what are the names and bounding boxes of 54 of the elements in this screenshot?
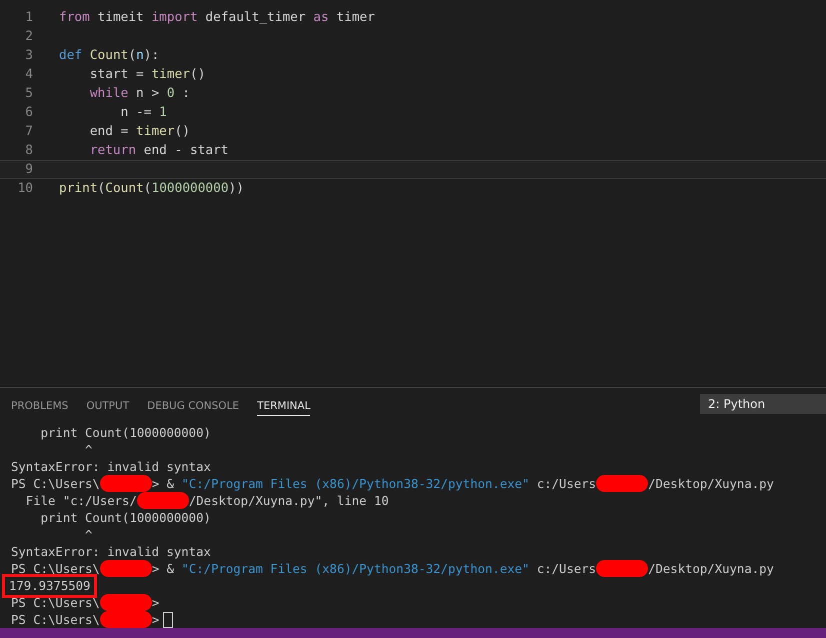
line-number: 3: [24, 48, 33, 63]
line-number: 4: [24, 67, 33, 82]
line-number: 8: [24, 143, 33, 158]
line-number: 7: [24, 124, 33, 139]
terminal-select[interactable]: 2: Python: [700, 394, 826, 414]
code-line: print(Count(1000000000)): [59, 181, 244, 196]
redaction-scribble: [596, 560, 648, 577]
code-line: while n > 0 :: [88, 86, 190, 101]
line-number: 10: [16, 181, 33, 196]
terminal-cursor: [163, 612, 174, 628]
code-line: return end - start: [88, 143, 228, 158]
terminal-text: c:/Users: [536, 476, 596, 490]
terminal-text: > &: [152, 476, 176, 490]
terminal-text: >: [152, 596, 160, 610]
line-number: 9: [24, 162, 33, 177]
terminal-text: /Desktop/Xuyna.py: [648, 562, 774, 576]
code-line: from timeit import default_timer as timer: [59, 10, 375, 25]
terminal-text: File "c:/Users/: [24, 494, 137, 508]
panel-tab[interactable]: OUTPUT: [86, 396, 130, 416]
line-number: 1: [24, 10, 33, 25]
redaction-scribble: [100, 611, 152, 628]
terminal-text: /Desktop/Xuyna.py", line 10: [188, 494, 389, 508]
terminal-text: /Desktop/Xuyna.py: [648, 476, 774, 490]
terminal-text: PS C:\Users\: [11, 476, 100, 490]
redaction-scribble: [136, 492, 189, 509]
redaction-scribble: [100, 594, 152, 611]
terminal-string: "C:/Program Files (x86)/Python38-32/python.exe": [181, 476, 530, 490]
terminal-text: PS C:\Users\: [11, 596, 100, 610]
terminal-text: print Count(1000000000): [40, 510, 211, 524]
panel-tab[interactable]: TERMINAL: [257, 396, 310, 416]
terminal-text: PS C:\Users\: [11, 562, 100, 576]
line-number: 2: [24, 29, 33, 44]
terminal-text: >: [152, 612, 160, 626]
line-number: 5: [24, 86, 33, 101]
terminal-text: print Count(1000000000): [40, 426, 211, 440]
terminal-text: PS C:\Users\: [11, 612, 100, 626]
terminal-text: ^: [84, 442, 92, 456]
redaction-scribble: [100, 475, 152, 492]
terminal-string: "C:/Program Files (x86)/Python38-32/python.exe": [181, 562, 530, 576]
terminal-text: c:/Users: [536, 562, 596, 576]
code-line: end = timer(): [88, 124, 190, 139]
terminal-text: ^: [84, 528, 92, 542]
redaction-scribble: [596, 475, 648, 492]
code-line: n -= 1: [120, 105, 167, 120]
line-number: 6: [24, 105, 33, 120]
terminal-text: > &: [152, 562, 176, 576]
terminal-text: 179.9375509: [9, 578, 90, 592]
terminal-text: SyntaxError: invalid syntax: [11, 460, 211, 474]
code-line: def Count(n):: [59, 48, 160, 63]
panel-tab[interactable]: PROBLEMS: [11, 396, 68, 416]
terminal-text: SyntaxError: invalid syntax: [11, 544, 211, 558]
code-line: start = timer(): [88, 67, 206, 82]
panel-tab[interactable]: DEBUG CONSOLE: [147, 396, 240, 416]
redaction-scribble: [100, 560, 152, 577]
